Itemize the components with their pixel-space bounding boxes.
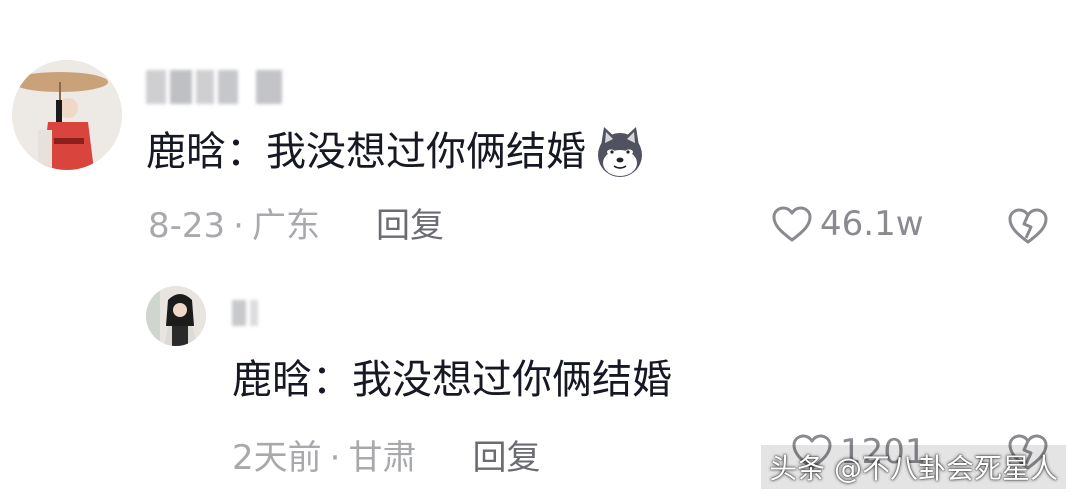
dislike-button[interactable]	[1006, 206, 1050, 250]
meta-separator: ·	[233, 206, 244, 246]
comment-thread: 鹿晗：我没想过你俩结婚 8-23 · 广东 回复 46.1w 鹿晗：我没想过你俩…	[0, 0, 1080, 501]
broken-heart-icon	[1008, 208, 1048, 244]
avatar-image	[146, 286, 206, 346]
like-button[interactable]: 46.1w	[770, 204, 924, 244]
heart-outline-icon	[772, 206, 812, 242]
comment-meta: 8-23 · 广东 回复	[148, 206, 444, 246]
meta-separator: ·	[329, 438, 341, 478]
reply-button[interactable]: 回复	[472, 438, 540, 478]
reply-body: 鹿晗：我没想过你俩结婚	[232, 357, 672, 403]
avatar-image	[12, 60, 122, 170]
comment-body: 鹿晗：我没想过你俩结婚	[146, 129, 586, 175]
reply-author-name-blurred[interactable]	[232, 300, 258, 326]
reply-date: 2天前	[232, 438, 322, 478]
avatar[interactable]	[12, 60, 122, 170]
like-count: 46.1w	[820, 204, 924, 244]
reply-button[interactable]: 回复	[376, 206, 444, 246]
author-name-blurred[interactable]	[146, 70, 282, 104]
reply-avatar[interactable]	[146, 286, 206, 346]
comment-date: 8-23	[148, 206, 226, 246]
reply-meta: 2天前 · 甘肃 回复	[232, 438, 540, 478]
reply-location: 甘肃	[348, 438, 417, 478]
comment-text: 鹿晗：我没想过你俩结婚	[146, 124, 648, 180]
watermark: 头条 @不八卦会死星人	[761, 445, 1066, 489]
dog-emoji-icon	[592, 124, 648, 180]
reply-text: 鹿晗：我没想过你俩结婚	[232, 356, 672, 404]
comment-location: 广东	[251, 206, 320, 246]
